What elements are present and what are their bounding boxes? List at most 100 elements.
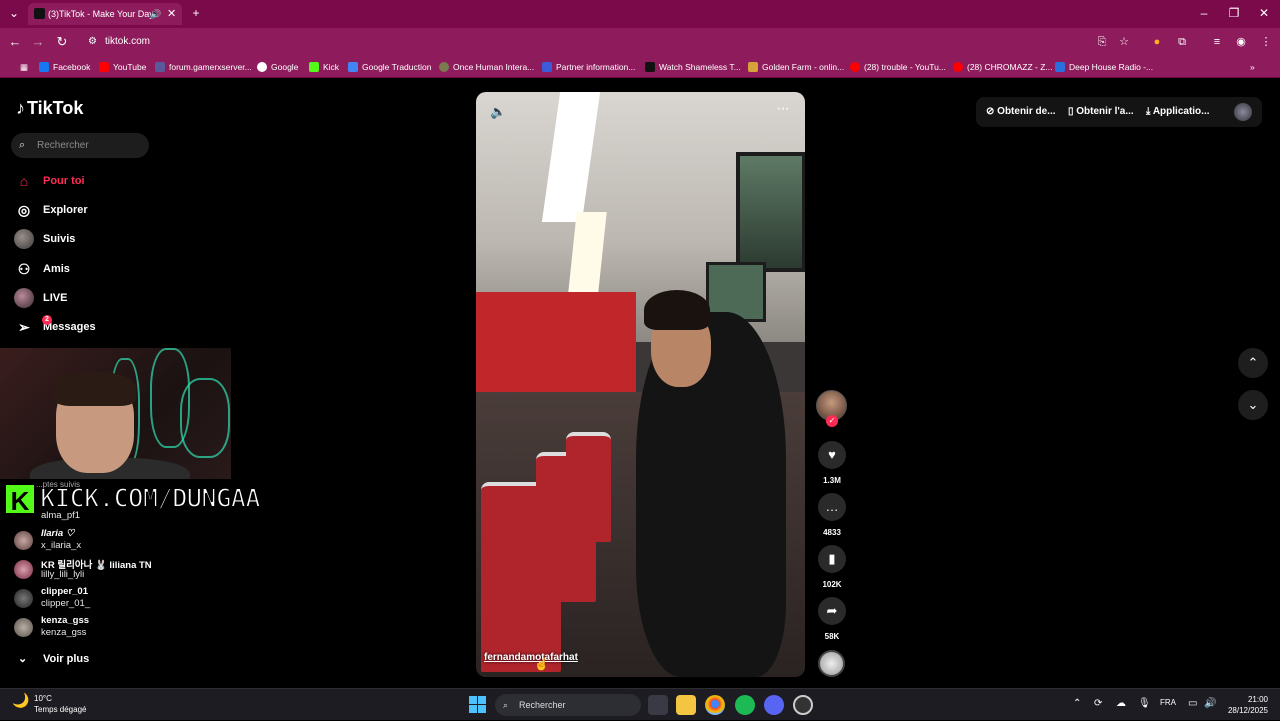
close-window-button[interactable]: ✕: [1248, 0, 1280, 28]
share-action[interactable]: ➦ 58K: [817, 597, 847, 641]
comment-icon[interactable]: …: [818, 493, 846, 521]
video-player[interactable]: 🔈 ··· fernandamotafarhat ☝: [476, 92, 805, 677]
follow-check-icon[interactable]: ✓: [826, 415, 838, 427]
extension-flame-icon[interactable]: ●: [1148, 28, 1166, 56]
bookmark-icon[interactable]: ▮: [818, 545, 846, 573]
clock-time: 21:00: [1247, 695, 1268, 704]
nav-suivis[interactable]: Suivis: [14, 228, 154, 250]
nav-live[interactable]: LIVE: [14, 287, 154, 309]
spotify-icon[interactable]: [735, 695, 755, 715]
tiktok-logo[interactable]: ♪ TikTok: [16, 98, 83, 119]
more-options-icon[interactable]: ···: [776, 100, 790, 118]
cloud-icon[interactable]: ☁: [1116, 698, 1126, 709]
restore-button[interactable]: ❐: [1218, 0, 1250, 28]
get-coins-button[interactable]: ⊘ Obtenir de...: [986, 97, 1056, 127]
account-id: kenza_gss: [41, 627, 87, 638]
tab-search-button[interactable]: ⌄: [2, 0, 26, 28]
steam-icon[interactable]: [793, 695, 813, 715]
mouse-cursor-icon: ☝: [534, 657, 549, 671]
bookmark-label: Watch Shameless T...: [659, 62, 741, 72]
account-liliana[interactable]: KR 릴리아나 🐰 liliana TN lilly_lili_lyli: [14, 556, 164, 584]
nav-label: Amis: [43, 263, 70, 275]
nav-messages[interactable]: ➢ 2 Messages: [14, 315, 154, 338]
chrome-icon[interactable]: [705, 695, 725, 715]
speaker-icon[interactable]: 🔊: [1204, 698, 1216, 709]
account-clipper[interactable]: clipper_01 clipper_01_: [14, 585, 164, 613]
account-kenza[interactable]: kenza_gss kenza_gss: [14, 614, 164, 642]
video-username[interactable]: fernandamotafarhat: [484, 652, 578, 663]
volume-icon[interactable]: 🔈: [490, 104, 506, 120]
windows-start-icon[interactable]: [469, 696, 486, 713]
profile-avatar[interactable]: ◉: [1232, 28, 1250, 56]
install-app-icon[interactable]: ⎘: [1093, 28, 1111, 56]
bookmark-golden-farm[interactable]: Golden Farm - onlin...: [748, 56, 844, 78]
bookmark-partner[interactable]: Partner information...: [542, 56, 635, 78]
music-disc-icon[interactable]: [818, 650, 845, 677]
get-app-button[interactable]: ▯ Obtenir l'a...: [1068, 97, 1134, 127]
address-bar[interactable]: ⚙ tiktok.com: [80, 31, 1140, 53]
bookmark-google[interactable]: Google: [257, 56, 298, 78]
previous-video-button[interactable]: ⌃: [1238, 348, 1268, 378]
account-ilaria[interactable]: Ilaria ♡ x_ilaria_x: [14, 527, 164, 555]
author-avatar[interactable]: ✓: [816, 390, 847, 427]
nav-pour-toi[interactable]: ⌂ Pour toi: [14, 170, 154, 192]
moon-icon: 🌙: [12, 692, 30, 708]
file-explorer-icon[interactable]: [676, 695, 696, 715]
apps-grid-icon[interactable]: ▦: [6, 56, 28, 78]
nav-amis[interactable]: ⚇ Amis: [14, 258, 154, 280]
language-indicator[interactable]: FRA: [1160, 698, 1176, 707]
reload-icon[interactable]: ↻: [51, 28, 73, 56]
comment-action[interactable]: … 4833: [817, 493, 847, 537]
bookmark-google-traduction[interactable]: Google Traduction: [348, 56, 431, 78]
menu-kebab-icon[interactable]: ⋮: [1257, 28, 1275, 56]
browser-tab[interactable]: (3)TikTok - Make Your Day 🔊 ✕: [28, 3, 182, 25]
next-video-button[interactable]: ⌄: [1238, 390, 1268, 420]
discord-icon[interactable]: [764, 695, 784, 715]
send-icon: ➢: [18, 319, 30, 335]
forward-icon[interactable]: →: [27, 28, 49, 56]
microphone-icon[interactable]: 🎙: [1138, 698, 1151, 709]
network-icon[interactable]: ▭: [1188, 698, 1197, 709]
bookmark-trouble-youtube[interactable]: (28) trouble - YouTu...: [850, 56, 946, 78]
heart-icon[interactable]: ♥: [818, 441, 846, 469]
new-tab-button[interactable]: +: [180, 0, 212, 28]
tab-audio-icon[interactable]: 🔊: [150, 3, 161, 25]
comment-count: 4833: [823, 528, 841, 537]
search-icon: ⌕: [19, 139, 26, 151]
see-more-button[interactable]: ⌄ Voir plus: [14, 649, 89, 669]
like-action[interactable]: ♥ 1.3M: [817, 441, 847, 485]
site-info-icon[interactable]: ⚙: [88, 31, 97, 53]
bookmark-star-icon[interactable]: ☆: [1115, 28, 1133, 56]
back-icon[interactable]: ←: [4, 28, 26, 56]
bookmark-facebook[interactable]: Facebook: [39, 56, 90, 78]
bookmark-once-human[interactable]: Once Human Intera...: [439, 56, 534, 78]
messages-badge: 2: [42, 315, 52, 325]
bookmark-label: Once Human Intera...: [453, 62, 535, 72]
minimize-button[interactable]: –: [1188, 0, 1220, 28]
share-icon[interactable]: ➦: [818, 597, 846, 625]
sync-icon[interactable]: ⟳: [1094, 698, 1102, 709]
weather-widget[interactable]: 🌙 10°C Temps dégagé: [12, 693, 86, 715]
save-action[interactable]: ▮ 102K: [817, 545, 847, 589]
more-bookmarks-icon[interactable]: »: [1250, 56, 1264, 78]
taskbar-clock[interactable]: 21:00 28/12/2025: [1222, 694, 1268, 716]
bookmark-label: Partner information...: [556, 62, 636, 72]
task-view-icon[interactable]: [648, 695, 668, 715]
tab-close-icon[interactable]: ✕: [167, 3, 176, 25]
profile-avatar[interactable]: [1234, 103, 1252, 121]
search-input[interactable]: ⌕ Rechercher: [11, 133, 149, 158]
chevron-up-icon[interactable]: ⌃: [1073, 698, 1081, 709]
nav-explorer[interactable]: ◎ Explorer: [14, 199, 154, 221]
windows-start-icon: [469, 705, 477, 713]
bookmark-youtube[interactable]: YouTube: [99, 56, 146, 78]
taskbar-search[interactable]: ⌕ Rechercher: [495, 694, 641, 716]
bookmark-deep-house-radio[interactable]: Deep House Radio -...: [1055, 56, 1153, 78]
friends-icon: ⚇: [17, 261, 31, 277]
reading-list-icon[interactable]: ≡: [1208, 28, 1226, 56]
bookmark-forum[interactable]: forum.gamerxserver...: [155, 56, 252, 78]
extensions-icon[interactable]: ⧉: [1173, 28, 1191, 56]
bookmark-kick[interactable]: Kick: [309, 56, 339, 78]
bookmark-shameless[interactable]: Watch Shameless T...: [645, 56, 741, 78]
download-app-button[interactable]: ⤓ Applicatio...: [1146, 97, 1210, 127]
bookmark-chromazz[interactable]: (28) CHROMAZZ - Z...: [953, 56, 1052, 78]
